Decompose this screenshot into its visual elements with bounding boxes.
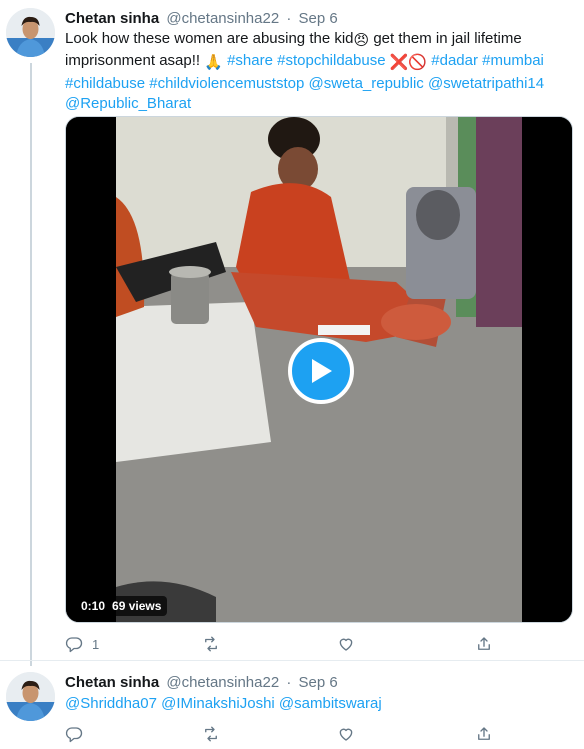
reply-button[interactable]: 1 <box>65 633 99 655</box>
tweet-text: Look how these women are abusing the kid… <box>65 29 575 114</box>
reply-icon <box>65 637 83 653</box>
tweet-header: Chetan sinha @chetansinha22 · Sep 6 <box>65 9 338 29</box>
like-icon <box>339 728 353 741</box>
video-duration: 0:10 <box>81 599 106 613</box>
tweet-body: Look how these women are abusing the kid <box>65 30 354 47</box>
tweet-actions: 1 <box>65 633 495 655</box>
play-button[interactable] <box>288 338 354 404</box>
like-button[interactable] <box>337 723 355 745</box>
tweet-header: Chetan sinha @chetansinha22 · Sep 6 <box>65 673 338 693</box>
video-stats-badge: 0:10 69 views <box>75 596 168 616</box>
hashtag-childabuse[interactable]: #childabuse <box>65 75 145 92</box>
like-icon <box>339 638 353 651</box>
reply-count: 1 <box>92 636 100 652</box>
mention-swetatripathi14[interactable]: @swetatripathi14 <box>428 75 544 92</box>
retweet-icon <box>205 636 217 652</box>
share-button[interactable] <box>475 633 493 655</box>
cross-mark-icon: ❌ <box>389 54 409 72</box>
mention-sweta-republic[interactable]: @sweta_republic <box>309 75 424 92</box>
mention-shriddha07[interactable]: @Shriddha07 <box>65 695 157 712</box>
tweet-text: @Shriddha07 @IMinakshiJoshi @sambitswara… <box>65 694 575 714</box>
angry-face-icon: 😠 <box>353 32 370 49</box>
author-handle[interactable]: @chetansinha22 <box>166 10 279 27</box>
tweet-divider <box>0 660 584 661</box>
mention-sambitswaraj[interactable]: @sambitswaraj <box>279 695 382 712</box>
avatar-image <box>6 672 55 721</box>
avatar-image <box>6 8 55 57</box>
tweet-date[interactable]: Sep 6 <box>299 10 338 27</box>
avatar[interactable] <box>6 672 55 721</box>
prohibited-icon: 🚫 <box>408 54 428 72</box>
share-icon <box>478 637 490 650</box>
play-icon <box>312 359 332 383</box>
tweet-actions <box>65 723 495 745</box>
hashtag-childviolencemuststop[interactable]: #childviolencemuststop <box>149 75 304 92</box>
like-button[interactable] <box>337 633 364 655</box>
retweet-button[interactable] <box>202 633 229 655</box>
tweet-date[interactable]: Sep 6 <box>299 674 338 691</box>
reply-icon <box>65 727 83 743</box>
video-player[interactable]: 0:10 69 views <box>65 116 573 623</box>
hashtag-share[interactable]: #share <box>227 52 273 69</box>
video-views: 69 views <box>112 599 162 613</box>
share-button[interactable] <box>475 723 493 745</box>
mention-republic-bharat[interactable]: @Republic_Bharat <box>65 95 191 112</box>
retweet-button[interactable] <box>202 723 220 745</box>
hashtag-dadar[interactable]: #dadar <box>431 52 478 69</box>
hashtag-stopchildabuse[interactable]: #stopchildabuse <box>277 52 385 69</box>
retweet-icon <box>205 726 217 742</box>
share-icon <box>478 727 490 740</box>
author-name[interactable]: Chetan sinha <box>65 10 159 27</box>
hashtag-mumbai[interactable]: #mumbai <box>482 52 544 69</box>
mention-iminakshijoshi[interactable]: @IMinakshiJoshi <box>161 695 275 712</box>
thread-line <box>30 63 32 666</box>
separator-dot: · <box>286 674 292 691</box>
folded-hands-icon: 🙏 <box>204 54 223 72</box>
reply-button[interactable] <box>65 723 83 745</box>
avatar[interactable] <box>6 8 55 57</box>
author-handle[interactable]: @chetansinha22 <box>166 674 279 691</box>
separator-dot: · <box>286 10 292 27</box>
author-name[interactable]: Chetan sinha <box>65 674 159 691</box>
